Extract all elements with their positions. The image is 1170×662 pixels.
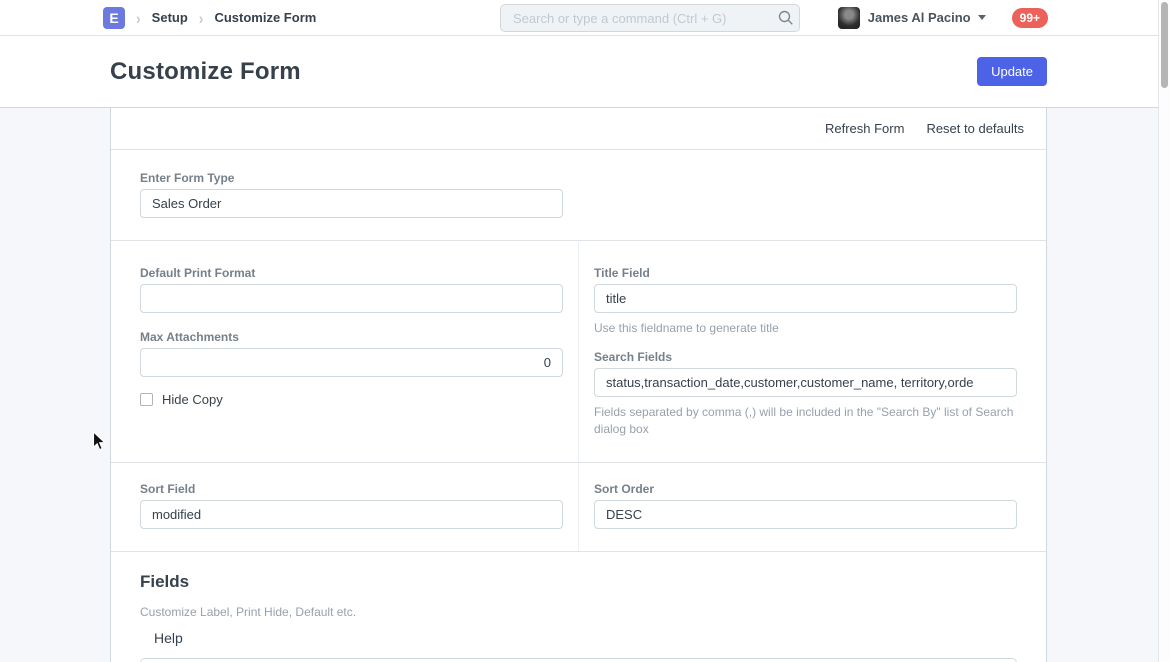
- navbar: E › Setup › Customize Form James Al Paci…: [0, 0, 1158, 36]
- scrollbar-track[interactable]: [1158, 0, 1170, 662]
- help-link[interactable]: Help: [154, 630, 183, 646]
- column-divider: [578, 462, 579, 551]
- breadcrumb-item-setup[interactable]: Setup: [152, 10, 188, 25]
- sort-field-input[interactable]: [140, 500, 563, 529]
- user-menu[interactable]: James Al Pacino 99+: [838, 7, 1048, 29]
- fields-section-heading: Fields: [140, 572, 189, 592]
- notifications-badge[interactable]: 99+: [1012, 8, 1048, 28]
- scrollbar-thumb[interactable]: [1161, 2, 1168, 88]
- refresh-form-link[interactable]: Refresh Form: [825, 121, 904, 136]
- form-type-input[interactable]: [140, 189, 563, 218]
- user-name: James Al Pacino: [868, 10, 971, 25]
- search-fields-help: Fields separated by comma (,) will be in…: [594, 404, 1017, 438]
- hide-copy-row[interactable]: Hide Copy: [140, 392, 223, 407]
- column-divider: [578, 240, 579, 462]
- section-divider: [111, 551, 1046, 552]
- sort-order-input[interactable]: [594, 500, 1017, 529]
- form-toolbar: Refresh Form Reset to defaults: [111, 108, 1046, 150]
- form-type-label: Enter Form Type: [140, 171, 234, 185]
- chevron-right-icon: ›: [199, 8, 204, 27]
- customize-form-card: Refresh Form Reset to defaults Enter For…: [110, 108, 1047, 662]
- title-field-input[interactable]: [594, 284, 1017, 313]
- reset-to-defaults-link[interactable]: Reset to defaults: [926, 121, 1024, 136]
- default-print-format-label: Default Print Format: [140, 266, 255, 280]
- sort-field-label: Sort Field: [140, 482, 195, 496]
- fields-table-placeholder: [140, 658, 1017, 662]
- user-avatar: [838, 7, 860, 29]
- search-fields-input[interactable]: [594, 368, 1017, 397]
- hide-copy-label: Hide Copy: [162, 392, 223, 407]
- update-button[interactable]: Update: [977, 57, 1047, 86]
- max-attachments-label: Max Attachments: [140, 330, 239, 344]
- chevron-down-icon: [978, 15, 986, 20]
- page-head: Customize Form Update: [0, 36, 1158, 108]
- chevron-right-icon: ›: [136, 8, 141, 27]
- sort-order-label: Sort Order: [594, 482, 654, 496]
- fields-section-subheading: Customize Label, Print Hide, Default etc…: [140, 604, 356, 621]
- page-title: Customize Form: [110, 58, 301, 86]
- breadcrumb: E › Setup › Customize Form: [103, 7, 316, 29]
- title-field-help: Use this fieldname to generate title: [594, 320, 1017, 337]
- search-fields-label: Search Fields: [594, 350, 672, 364]
- hide-copy-checkbox[interactable]: [140, 393, 153, 406]
- search-icon: [778, 10, 794, 26]
- content-area: Refresh Form Reset to defaults Enter For…: [0, 108, 1158, 662]
- app-logo[interactable]: E: [103, 7, 125, 29]
- default-print-format-input[interactable]: [140, 284, 563, 313]
- global-search-input[interactable]: [500, 4, 800, 32]
- title-field-label: Title Field: [594, 266, 650, 280]
- max-attachments-input[interactable]: [140, 348, 563, 377]
- breadcrumb-item-customize-form[interactable]: Customize Form: [214, 10, 316, 25]
